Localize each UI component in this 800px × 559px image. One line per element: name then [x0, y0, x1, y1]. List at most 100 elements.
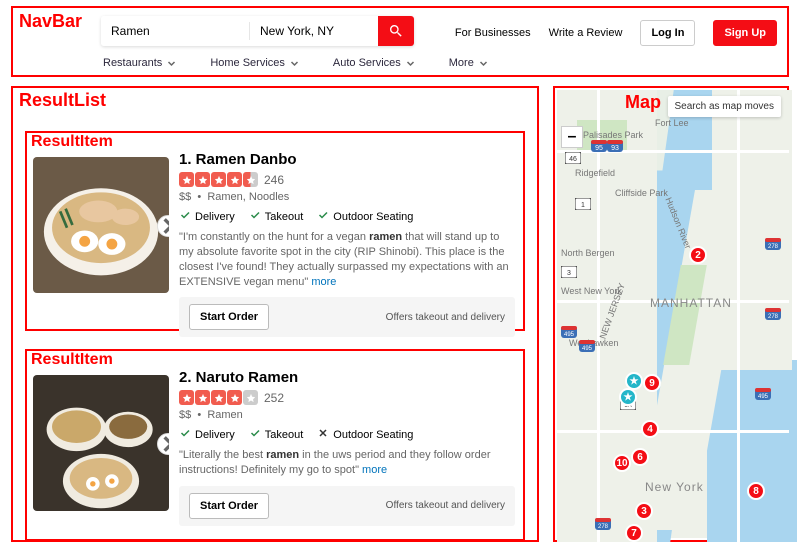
resultlist-overlay-label: ResultList	[19, 90, 106, 111]
map-pin[interactable]: 9	[643, 374, 661, 392]
star-icon	[182, 175, 192, 185]
search-as-map-moves[interactable]: Search as map moves	[668, 96, 782, 117]
check-icon	[179, 209, 191, 224]
ramen-bowls-icon	[33, 375, 169, 511]
map-label-manhattan: MANHATTAN	[650, 296, 732, 310]
result-title[interactable]: 2. Naruto Ramen	[179, 369, 515, 386]
review-count[interactable]: 252	[264, 391, 284, 405]
svg-text:278: 278	[598, 524, 609, 530]
interstate-shield-icon: 278	[595, 518, 611, 530]
order-row: Start Order Offers takeout and delivery	[179, 297, 515, 337]
signup-button[interactable]: Sign Up	[713, 20, 777, 46]
order-row: Start Order Offers takeout and delivery	[179, 486, 515, 526]
more-link[interactable]: more	[311, 276, 336, 288]
map-label-northbergen: North Bergen	[561, 248, 615, 258]
svg-text:495: 495	[582, 346, 593, 352]
map-label-fortlee: Fort Lee	[655, 118, 689, 128]
map-pin-star[interactable]: ★	[619, 388, 637, 406]
result-thumbnail[interactable]	[33, 375, 169, 511]
search-button[interactable]	[378, 16, 414, 46]
map-overlay[interactable]: Map Search as map moves – Palisades Park…	[553, 86, 789, 542]
write-review-link[interactable]: Write a Review	[549, 27, 623, 39]
order-note: Offers takeout and delivery	[386, 500, 505, 511]
ramen-bowl-icon	[33, 157, 169, 293]
thumbnail-next-button[interactable]	[157, 215, 169, 237]
map-pin[interactable]: 3	[635, 502, 653, 520]
map-pin[interactable]: 7	[625, 524, 643, 542]
start-order-button[interactable]: Start Order	[189, 493, 269, 519]
map-pin[interactable]: 8	[747, 482, 765, 500]
nav-right: For Businesses Write a Review Log In Sig…	[455, 20, 777, 46]
star-rating[interactable]	[179, 172, 258, 187]
search-term-input[interactable]	[101, 16, 249, 46]
rating-row: 246	[179, 172, 515, 187]
result-body: 2. Naruto Ramen 252 $$ • Ramen Delivery …	[179, 369, 515, 526]
x-icon	[317, 427, 329, 442]
map-pin[interactable]: 4	[641, 420, 659, 438]
map-pin[interactable]: 10	[613, 454, 631, 472]
star-rating[interactable]	[179, 390, 258, 405]
feature-row: Delivery Takeout Outdoor Seating	[179, 209, 515, 224]
map-label-newyork: New York	[645, 480, 704, 494]
review-snippet: "I'm constantly on the hunt for a vegan …	[179, 230, 515, 289]
check-icon	[179, 427, 191, 442]
rating-row: 252	[179, 390, 515, 405]
svg-text:495: 495	[564, 332, 575, 338]
check-icon	[249, 427, 261, 442]
interstate-shield-icon: 93	[607, 140, 623, 152]
search-icon	[388, 23, 404, 39]
zoom-out-button[interactable]: –	[561, 126, 583, 148]
map-label-ridgefield: Ridgefield	[575, 168, 615, 178]
map-label-palisades: Palisades Park	[583, 130, 643, 140]
route-shield-icon: 1	[575, 198, 591, 210]
search-location-input[interactable]	[250, 16, 378, 46]
resultitem-overlay-label: ResultItem	[31, 351, 113, 369]
start-order-button[interactable]: Start Order	[189, 304, 269, 330]
navbar-overlay-label: NavBar	[19, 11, 82, 32]
interstate-shield-icon: 495	[561, 326, 577, 338]
result-item[interactable]: ResultItem 2. Naruto Ramen 252 $$ • Rame…	[25, 349, 525, 541]
result-thumbnail[interactable]	[33, 157, 169, 293]
thumbnail-next-button[interactable]	[157, 433, 169, 455]
interstate-shield-icon: 95	[591, 140, 607, 152]
interstate-shield-icon: 278	[765, 308, 781, 320]
map-canvas[interactable]	[557, 90, 785, 538]
svg-text:278: 278	[768, 314, 779, 320]
map-label-cliffside: Cliffside Park	[615, 188, 668, 198]
map-overlay-label: Map	[625, 92, 661, 113]
interstate-shield-icon: 278	[765, 238, 781, 250]
svg-text:93: 93	[611, 145, 619, 152]
nav-categories: Restaurants Home Services Auto Services …	[103, 57, 488, 69]
svg-text:1: 1	[581, 202, 585, 209]
feature-row: Delivery Takeout Outdoor Seating	[179, 427, 515, 442]
login-button[interactable]: Log In	[640, 20, 695, 46]
nav-cat-restaurants[interactable]: Restaurants	[103, 57, 176, 69]
svg-text:278: 278	[768, 244, 779, 250]
more-link[interactable]: more	[362, 464, 387, 476]
resultitem-overlay-label: ResultItem	[31, 133, 113, 151]
result-meta: $$ • Ramen	[179, 409, 515, 421]
result-item[interactable]: ResultItem 1. Ramen Danbo 246	[25, 131, 525, 331]
nav-cat-more[interactable]: More	[449, 57, 488, 69]
review-count[interactable]: 246	[264, 173, 284, 187]
interstate-shield-icon: 495	[755, 388, 771, 400]
nav-cat-auto-services[interactable]: Auto Services	[333, 57, 415, 69]
result-meta: $$ • Ramen, Noodles	[179, 191, 515, 203]
review-snippet: "Literally the best ramen in the uws per…	[179, 448, 515, 478]
route-shield-icon: 46	[565, 152, 581, 164]
svg-text:3: 3	[567, 270, 571, 277]
result-body: 1. Ramen Danbo 246 $$ • Ramen, Noodles D…	[179, 151, 515, 337]
result-title[interactable]: 1. Ramen Danbo	[179, 151, 515, 168]
map-pin[interactable]: 6	[631, 448, 649, 466]
chevron-down-icon	[167, 59, 176, 68]
search-bar	[101, 16, 414, 46]
svg-text:46: 46	[569, 156, 577, 163]
svg-text:495: 495	[758, 394, 769, 400]
navbar-overlay: NavBar For Businesses Write a Review Log…	[11, 6, 789, 77]
chevron-down-icon	[406, 59, 415, 68]
route-shield-icon: 3	[561, 266, 577, 278]
for-businesses-link[interactable]: For Businesses	[455, 27, 531, 39]
map-pin[interactable]: 2	[689, 246, 707, 264]
nav-cat-home-services[interactable]: Home Services	[210, 57, 299, 69]
order-note: Offers takeout and delivery	[386, 312, 505, 323]
